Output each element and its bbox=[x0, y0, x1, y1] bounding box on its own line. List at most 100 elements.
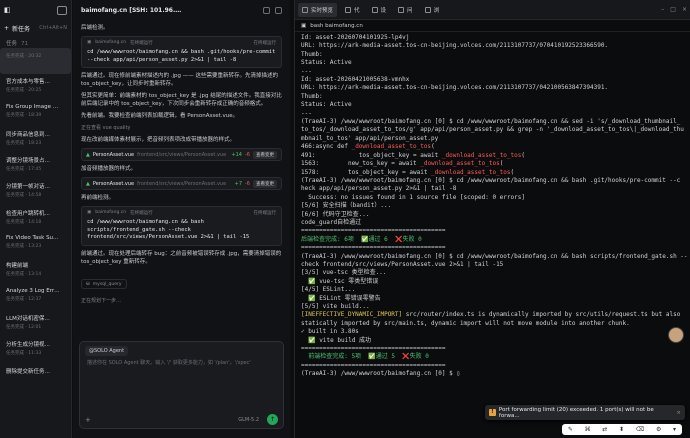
terminal-text: Thumb: bbox=[301, 50, 323, 58]
terminal-line: URL: https://ark-media-asset.tos-cn-beij… bbox=[301, 84, 684, 92]
toolbar-icon[interactable]: ⌘ bbox=[585, 426, 591, 433]
task-section-label: 任务 bbox=[6, 41, 18, 47]
task-status: 任务完成 · 12:01 bbox=[6, 324, 42, 330]
toolbar-icon[interactable]: ▾ bbox=[673, 426, 676, 433]
chat-input-placeholder[interactable]: 描述你在 SOLO Agent 聊天。输入 '/' 获取更多能力，如 '/pla… bbox=[87, 360, 277, 367]
tool-chip[interactable]: ⛁ mysql_query bbox=[81, 279, 127, 289]
terminal-output[interactable]: Id: asset-20260704101925-lp4vj URL: https… bbox=[295, 32, 690, 381]
panel-tab[interactable]: 实时预览 bbox=[298, 2, 338, 17]
sidebar: ◧ + 新任务 Ctrl+Alt+N 任务 71 任务完成 · 20:32 官方成本与零… bbox=[0, 0, 72, 438]
task-list-item[interactable]: Fix Video Task Su… 任务完成 · 13:23 bbox=[0, 232, 71, 258]
new-task-shortcut: Ctrl+Alt+N bbox=[39, 25, 67, 31]
task-status: 任务完成 · 12:37 bbox=[6, 296, 42, 302]
view-changes-button[interactable]: 查看变更 bbox=[253, 150, 277, 159]
command-tag: 在终端运行 bbox=[130, 41, 153, 46]
terminal-line: 466:async def _download_asset_to_tos( bbox=[301, 143, 684, 151]
terminal-line: statically imported by src/main.ts, dyna… bbox=[301, 320, 684, 328]
file-change-card[interactable]: ▲ PersonAsset.vue frontend/src/views/Perso… bbox=[81, 177, 282, 190]
run-in-terminal-button[interactable]: 在终端运行 bbox=[254, 40, 277, 46]
panel-tab[interactable]: 设 bbox=[368, 3, 391, 17]
terminal-text: code_guard自检通过 bbox=[301, 218, 362, 226]
command-tag: 在终端运行 bbox=[130, 211, 153, 216]
toolbar-icon[interactable]: ⌫ bbox=[636, 426, 644, 433]
terminal-text: ======================================== bbox=[301, 244, 446, 252]
terminal-text: ✅ vue-tsc 零类型错误 bbox=[301, 277, 379, 285]
task-list-item[interactable]: 删除提交新任务… bbox=[0, 364, 71, 390]
terminal-line: Status: Active bbox=[301, 59, 684, 67]
command-code: cd /www/wwwroot/baimofang.cn && bash .gi… bbox=[87, 49, 276, 63]
tab-label: 实时预览 bbox=[311, 7, 334, 14]
send-button[interactable]: ↑ bbox=[267, 414, 278, 425]
chat-message: 但其实更简单：前端素材的 tos_object_key 是 .jpg 结尾的描述… bbox=[81, 93, 282, 107]
toolbar-icon[interactable]: ✎ bbox=[568, 426, 573, 433]
task-list-item[interactable]: 分析生成分镜视… 任务完成 · 11:33 bbox=[0, 337, 71, 363]
terminal-text: heck app/api/person_asset.py 2>&1 | tail… bbox=[301, 185, 457, 193]
terminal-icon: ▣ bbox=[301, 22, 307, 29]
task-list-item[interactable]: 分镜第一帧对话… 任务完成 · 14:58 bbox=[0, 179, 71, 205]
close-icon[interactable]: × bbox=[682, 6, 687, 13]
maximize-icon[interactable]: □ bbox=[670, 6, 676, 13]
toolbar-icon[interactable]: ⚙ bbox=[656, 426, 661, 433]
vue-file-icon: ▲ bbox=[86, 151, 90, 158]
chat-panel: baimofang.cn [SSH: 101.96.… 后端检测。 ▣ baimo… bbox=[73, 0, 290, 438]
terminal-line: Success: no issues found in 1 source fil… bbox=[301, 194, 684, 202]
task-list-item[interactable]: 调整分镜场景占… 任务完成 · 17:45 bbox=[0, 153, 71, 179]
task-list-item[interactable]: 构建前端 任务完成 · 13:14 bbox=[0, 258, 71, 284]
minimize-icon[interactable]: – bbox=[661, 6, 664, 13]
file-change-card[interactable]: ▲ PersonAsset.vue frontend/src/views/Perso… bbox=[81, 148, 282, 161]
terminal-text: 1563: new_tos_key = await bbox=[301, 160, 421, 168]
terminal-text: 466:async def bbox=[301, 143, 352, 151]
toolbar-icon[interactable]: ⇄ bbox=[602, 426, 607, 433]
panel-tab[interactable]: 浏 bbox=[421, 3, 444, 17]
app-logo-icon: ◧ bbox=[4, 6, 11, 14]
tab-list: 实时预览 代 设 问 浏 bbox=[298, 2, 444, 17]
view-changes-button[interactable]: 查看变更 bbox=[253, 179, 277, 188]
chat-message: 先看前端。我要检查前端列表加载逻辑，看 PersonAsset.vue。 bbox=[81, 113, 239, 119]
terminal-text: _download_asset_to_tos bbox=[441, 151, 522, 159]
terminal-text: [3/5] vue-tsc 类型检查... bbox=[301, 269, 387, 277]
tab-icon bbox=[424, 6, 431, 13]
terminal-line: code_guard自检通过 bbox=[301, 219, 684, 227]
task-list-item[interactable]: 任务完成 · 20:32 bbox=[0, 48, 71, 75]
task-list-item[interactable]: 官方成本与零售… 任务完成 · 20:25 bbox=[0, 74, 71, 100]
task-list-item[interactable]: 同步商品信息到… 任务完成 · 18:23 bbox=[0, 127, 71, 153]
agent-selector[interactable]: @SOLO Agent bbox=[85, 346, 129, 356]
terminal-panel: 实时预览 代 设 问 浏 – □ × ▣ bash baimofang.cn Id: asse… bbox=[294, 0, 690, 438]
more-icon[interactable] bbox=[275, 6, 282, 14]
terminal-tab[interactable]: ▣ bash baimofang.cn bbox=[295, 20, 690, 32]
terminal-text: --- bbox=[301, 67, 312, 75]
terminal-warning: [INEFFECTIVE_DYNAMIC_IMPORT] bbox=[301, 311, 403, 319]
panel-tab[interactable]: 问 bbox=[394, 3, 417, 17]
run-in-terminal-button[interactable]: 在终端运行 bbox=[254, 210, 277, 216]
file-path: frontend/src/views/PersonAsset.vue bbox=[137, 180, 227, 187]
terminal-text: Thumb: bbox=[301, 92, 323, 100]
model-selector[interactable]: GLM-5.2 bbox=[238, 417, 259, 423]
chat-message: 后端检测。 bbox=[81, 25, 109, 31]
vue-file-icon: ▲ bbox=[86, 180, 90, 187]
collapse-icon[interactable] bbox=[57, 5, 67, 15]
terminal-text: _download_asset_to_tos bbox=[431, 168, 511, 176]
task-list-item[interactable]: LLM对话机密保… 任务完成 · 12:01 bbox=[0, 311, 71, 337]
new-task-button[interactable]: + 新任务 Ctrl+Alt+N bbox=[0, 20, 71, 36]
task-list-item[interactable]: Analyze 3 Log Err… 任务完成 · 12:37 bbox=[0, 285, 71, 311]
plus-icon: + bbox=[4, 24, 10, 32]
terminal-text: 前端检查完成: 5项 ✅通过 5 ❌失败 0 bbox=[301, 353, 429, 361]
terminal-line: (TraeAI-3) /www/wwwroot/baimofang.cn [0]… bbox=[301, 177, 684, 185]
close-icon[interactable]: × bbox=[676, 410, 681, 416]
task-status: 任务完成 · 13:23 bbox=[6, 244, 42, 250]
panel-tab[interactable]: 代 bbox=[341, 3, 364, 17]
toolbar-icon[interactable]: ⬍ bbox=[619, 426, 624, 433]
history-icon[interactable] bbox=[263, 6, 270, 14]
terminal-text: Success: no issues found in 1 source fil… bbox=[301, 193, 525, 201]
task-list-item[interactable]: 检查用户跳转机… 任务完成 · 14:18 bbox=[0, 206, 71, 232]
planning-status: 正在规划下一步… bbox=[81, 298, 122, 304]
tab-icon bbox=[345, 6, 352, 13]
chat-input-box[interactable]: @SOLO Agent 描述你在 SOLO Agent 聊天。输入 '/' 获取… bbox=[79, 341, 284, 429]
task-status: 任务完成 · 17:45 bbox=[6, 167, 42, 173]
avatar[interactable] bbox=[668, 327, 684, 343]
task-list-item[interactable]: Fix Group Image … 任务完成 · 18:39 bbox=[0, 101, 71, 127]
terminal-text: ( bbox=[521, 151, 525, 159]
attach-icon[interactable]: + bbox=[85, 416, 91, 424]
terminal-text: ✅ ESLint 零错误零警告 bbox=[301, 294, 381, 302]
terminal-text: (TraeAI-3) /www/wwwroot/baimofang.cn [0]… bbox=[301, 252, 688, 260]
